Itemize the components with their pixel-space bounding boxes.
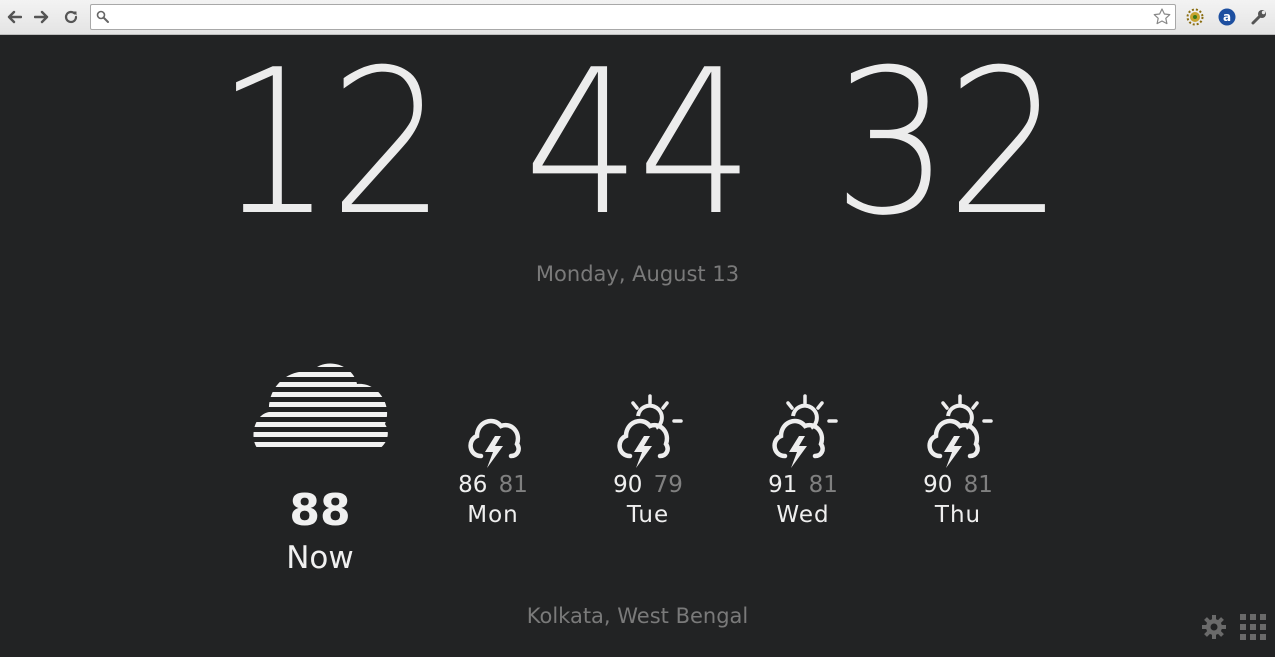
reload-button[interactable] xyxy=(60,6,82,28)
apps-grid-icon xyxy=(1240,614,1266,640)
forward-button[interactable] xyxy=(31,6,53,28)
fog-cloud-icon xyxy=(252,363,388,447)
search-icon xyxy=(96,10,109,23)
date-label: Monday, August 13 xyxy=(535,262,740,286)
forecast-high: 90 xyxy=(923,472,953,498)
sun-thunderstorm-icon xyxy=(617,394,683,468)
wrench-menu-icon xyxy=(1251,10,1266,25)
clock: 12 44 32 xyxy=(0,44,1275,244)
apps-button[interactable] xyxy=(1240,614,1266,644)
forecast-high: 86 xyxy=(458,472,488,498)
amazon-extension-button[interactable]: a xyxy=(1216,6,1238,28)
gear-icon xyxy=(1202,615,1226,639)
settings-button[interactable] xyxy=(1201,614,1227,644)
reload-icon xyxy=(64,10,78,24)
forecast-day-mon: 86 81 Mon xyxy=(438,390,548,528)
forecast-day-name: Mon xyxy=(467,502,519,528)
forecast-low: 79 xyxy=(653,472,683,498)
sun-thunderstorm-icon xyxy=(927,394,993,468)
address-input[interactable] xyxy=(115,8,1145,26)
amazon-extension-icon: a xyxy=(1218,8,1236,26)
extension-button[interactable] xyxy=(1184,6,1206,28)
wrench-menu-button[interactable] xyxy=(1248,6,1270,28)
thunderstorm-icon xyxy=(468,418,521,468)
svg-text:a: a xyxy=(1223,10,1231,24)
forecast-day-thu: 90 81 Thu xyxy=(903,390,1013,528)
forecast-low: 81 xyxy=(498,472,528,498)
forward-icon xyxy=(34,10,49,24)
bookmark-star-icon[interactable] xyxy=(1152,7,1172,27)
forecast-day-name: Tue xyxy=(626,502,670,528)
sun-thunderstorm-icon xyxy=(772,394,838,468)
location-label: Kolkata, West Bengal xyxy=(526,604,749,628)
forecast-day-tue: 90 79 Tue xyxy=(593,390,703,528)
forecast-day-name: Wed xyxy=(776,502,830,528)
forecast-day-wed: 91 81 Wed xyxy=(748,390,858,528)
back-icon xyxy=(7,10,22,24)
forecast-high: 91 xyxy=(768,472,798,498)
current-label: Now xyxy=(286,540,354,576)
clock-hours: 12 xyxy=(215,27,446,260)
extension-icon xyxy=(1186,8,1204,26)
forecast-low: 81 xyxy=(963,472,993,498)
back-button[interactable] xyxy=(3,6,25,28)
current-weather xyxy=(245,360,395,456)
clock-seconds: 32 xyxy=(832,27,1063,260)
current-temperature: 88 xyxy=(289,485,351,536)
clock-minutes: 44 xyxy=(524,27,754,260)
forecast-high: 90 xyxy=(613,472,643,498)
forecast-day-name: Thu xyxy=(934,502,982,528)
forecast-low: 81 xyxy=(808,472,838,498)
